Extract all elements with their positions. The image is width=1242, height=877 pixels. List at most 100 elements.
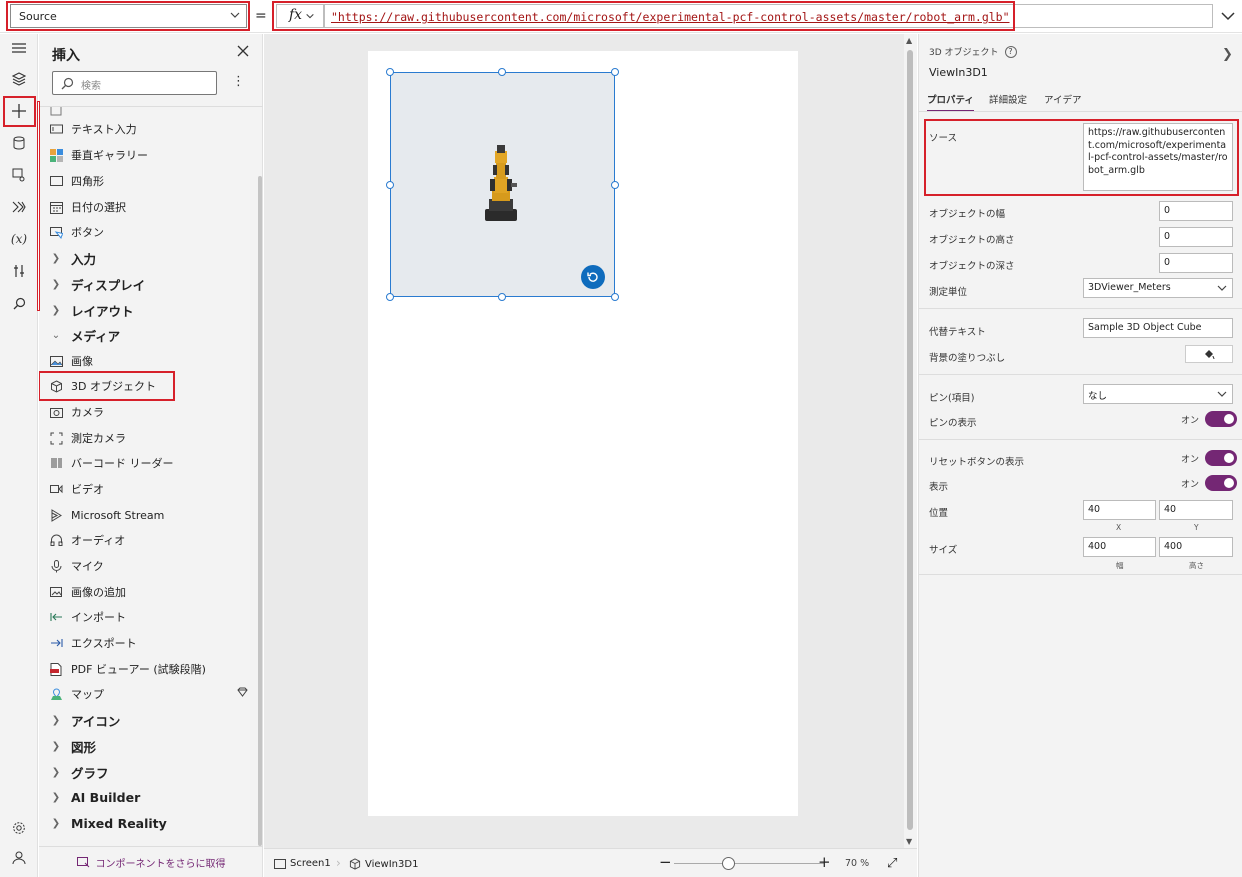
resize-handle-tl[interactable] (386, 68, 394, 76)
category-shapes[interactable]: ❯ 図形 (49, 735, 249, 757)
list-item-export[interactable]: エクスポート (49, 632, 249, 654)
scroll-up-arrow-icon[interactable]: ▲ (906, 36, 912, 45)
tab-properties[interactable]: プロパティ (927, 92, 974, 112)
list-item-text-input[interactable]: テキスト入力 (49, 118, 249, 140)
zoom-in-button[interactable]: + (818, 853, 831, 871)
close-icon[interactable] (235, 43, 251, 59)
fit-to-window-icon[interactable]: ⤢ (887, 856, 897, 871)
insert-panel: 挿入 検索 ⋮ テキスト入力 垂直ギャラリー 四角形 日付の選択 ボタン ❯ 入… (37, 34, 263, 877)
list-item-import[interactable]: インポート (49, 606, 249, 628)
object-height-field[interactable]: 0 (1159, 227, 1233, 247)
toggle-switch[interactable] (1205, 475, 1238, 491)
search-icon[interactable] (8, 292, 30, 314)
reset-view-button[interactable] (581, 265, 605, 289)
expand-formula-chevron-icon[interactable] (1218, 6, 1238, 26)
list-item-label: マップ (71, 688, 104, 701)
category-media[interactable]: ⌄ メディア (49, 324, 249, 346)
breadcrumb-screen[interactable]: Screen1 (274, 858, 331, 869)
list-item-microphone[interactable]: マイク (49, 555, 249, 577)
scroll-down-arrow-icon[interactable]: ▼ (906, 837, 912, 846)
show-reset-toggle[interactable]: オン (1181, 450, 1238, 466)
zoom-slider-thumb[interactable] (722, 857, 735, 870)
app-screen[interactable] (368, 51, 798, 816)
canvas-scrollbar[interactable]: ▲ ▼ (904, 34, 917, 848)
position-y-field[interactable]: 40 (1159, 500, 1233, 520)
toggle-switch[interactable] (1205, 450, 1238, 466)
resize-handle-t[interactable] (498, 68, 506, 76)
toggle-switch[interactable] (1205, 411, 1238, 427)
category-ai-builder[interactable]: ❯ AI Builder (49, 786, 249, 808)
microphone-icon (49, 559, 63, 573)
resize-handle-r[interactable] (611, 181, 619, 189)
resize-handle-l[interactable] (386, 181, 394, 189)
list-item-map[interactable]: マップ (49, 683, 259, 705)
list-item-button[interactable]: ボタン (49, 221, 249, 243)
category-layout[interactable]: ❯ レイアウト (49, 299, 249, 321)
tab-advanced[interactable]: 詳細設定 (989, 92, 1027, 106)
list-item-vertical-gallery[interactable]: 垂直ギャラリー (49, 144, 249, 166)
more-options-icon[interactable]: ⋮ (232, 74, 245, 89)
category-charts[interactable]: ❯ グラフ (49, 761, 249, 783)
insert-panel-scrollbar[interactable] (258, 176, 262, 846)
resize-handle-tr[interactable] (611, 68, 619, 76)
units-dropdown[interactable]: 3DViewer_Meters (1083, 278, 1233, 298)
tab-ideas[interactable]: アイデア (1044, 92, 1082, 106)
resize-handle-br[interactable] (611, 293, 619, 301)
category-input[interactable]: ❯ 入力 (49, 247, 249, 269)
power-automate-icon[interactable] (8, 196, 30, 218)
list-item-audio[interactable]: オーディオ (49, 529, 249, 551)
visible-toggle[interactable]: オン (1181, 475, 1238, 491)
control-name[interactable]: ViewIn3D1 (929, 66, 988, 79)
list-item-add-picture[interactable]: 画像の追加 (49, 581, 249, 603)
insert-list: テキスト入力 垂直ギャラリー 四角形 日付の選択 ボタン ❯ 入力 ❯ ディスプ… (39, 106, 263, 846)
hamburger-menu-icon[interactable] (8, 37, 30, 59)
media-icon[interactable] (8, 164, 30, 186)
fill-color-picker[interactable] (1185, 345, 1233, 363)
highlight-box-formula (272, 1, 1015, 31)
pins-dropdown[interactable]: なし (1083, 384, 1233, 404)
formula-bar: Source = fx "https://raw.githubuserconte… (0, 0, 1242, 33)
chevron-down-icon (1217, 285, 1227, 291)
units-value: 3DViewer_Meters (1088, 282, 1171, 293)
headphones-icon (49, 533, 63, 547)
view-in-3d-control[interactable] (390, 72, 615, 297)
position-x-field[interactable]: 40 (1083, 500, 1156, 520)
show-reset-label: リセットボタンの表示 (929, 457, 1025, 468)
resize-handle-b[interactable] (498, 293, 506, 301)
alt-text-field[interactable]: Sample 3D Object Cube (1083, 318, 1233, 338)
data-database-icon[interactable] (8, 132, 30, 154)
breadcrumb-screen-label: Screen1 (290, 858, 331, 869)
category-icons[interactable]: ❯ アイコン (49, 709, 249, 731)
list-item-measuring-camera[interactable]: 測定カメラ (49, 427, 249, 449)
advanced-tools-icon[interactable] (8, 260, 30, 282)
width-field[interactable]: 400 (1083, 537, 1156, 557)
category-mixed-reality[interactable]: ❯ Mixed Reality (49, 812, 249, 834)
zoom-slider-track[interactable] (674, 863, 824, 864)
virtual-agent-icon[interactable] (8, 847, 30, 869)
resize-handle-bl[interactable] (386, 293, 394, 301)
canvas-scroll-thumb[interactable] (907, 50, 913, 830)
variables-icon[interactable]: (x) (8, 228, 30, 250)
list-item-image[interactable]: 画像 (49, 350, 249, 372)
get-more-components-button[interactable]: コンポーネントをさらに取得 (39, 846, 263, 877)
list-item-pdf-viewer[interactable]: PDF ビューアー (試験段階) (49, 658, 249, 680)
list-item-microsoft-stream[interactable]: Microsoft Stream (49, 504, 249, 526)
search-input[interactable]: 検索 (52, 71, 217, 95)
zoom-out-button[interactable]: − (659, 853, 672, 871)
tree-view-layers-icon[interactable] (8, 68, 30, 90)
chevron-right-icon[interactable]: ❯ (1222, 47, 1233, 62)
list-item-camera[interactable]: カメラ (49, 401, 249, 423)
object-width-field[interactable]: 0 (1159, 201, 1233, 221)
object-depth-field[interactable]: 0 (1159, 253, 1233, 273)
list-item-barcode-reader[interactable]: バーコード リーダー (49, 452, 249, 474)
list-item-rectangle[interactable]: 四角形 (49, 170, 249, 192)
list-item-date-picker[interactable]: 日付の選択 (49, 196, 249, 218)
settings-gear-icon[interactable] (8, 817, 30, 839)
list-item-label: インポート (71, 611, 126, 624)
help-icon[interactable]: ? (1004, 45, 1017, 58)
category-display[interactable]: ❯ ディスプレイ (49, 273, 249, 295)
height-field[interactable]: 400 (1159, 537, 1233, 557)
show-pins-toggle[interactable]: オン (1181, 411, 1238, 427)
list-item-video[interactable]: ビデオ (49, 478, 249, 500)
breadcrumb-control[interactable]: ViewIn3D1 (349, 858, 418, 870)
